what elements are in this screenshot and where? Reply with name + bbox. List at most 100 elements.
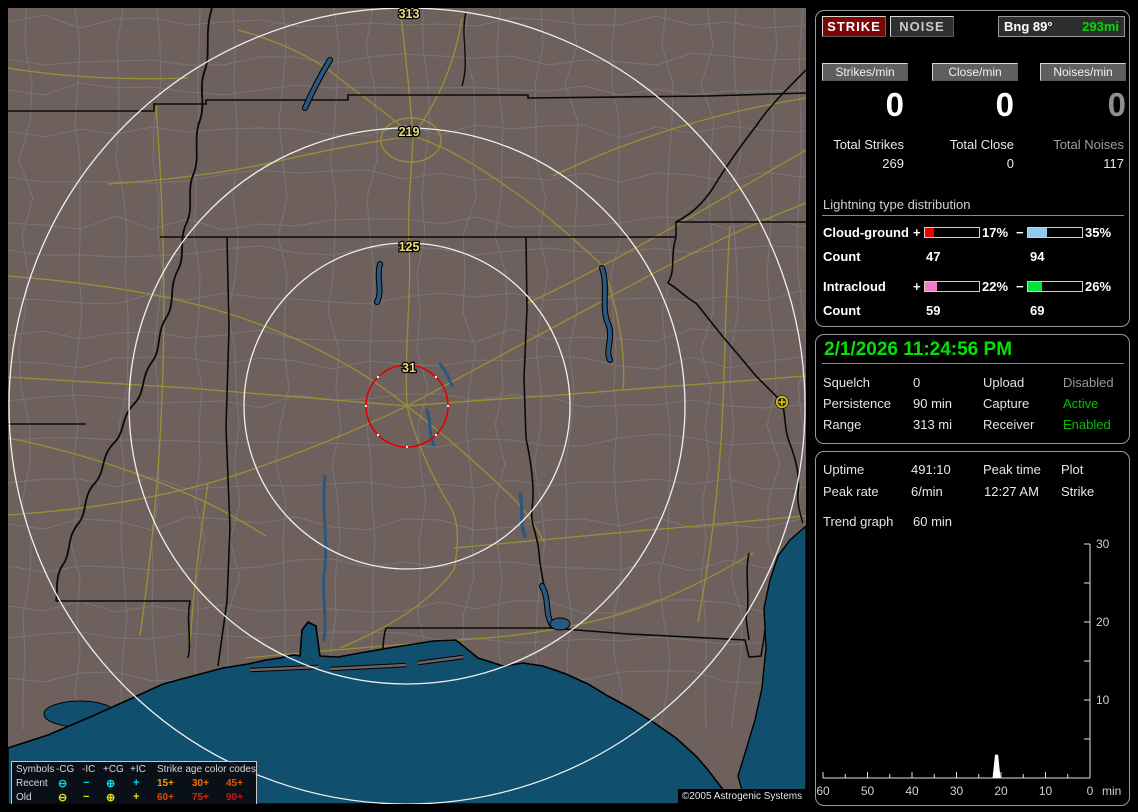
persistence-label: Persistence <box>823 396 891 411</box>
app-window: 313 219 125 31 Symbols -CG -IC +CG +IC S… <box>0 0 1138 812</box>
peak-time-label: Peak time <box>983 462 1041 477</box>
recent-neg-cg-icon: ⊖ <box>58 778 68 790</box>
ic-negative-bar <box>1027 281 1083 292</box>
persistence-value: 90 min <box>913 396 953 411</box>
status-panel: 2/1/2026 11:24:56 PM Squelch 0 Upload Di… <box>815 334 1130 444</box>
age-60: 60+ <box>157 792 174 803</box>
datetime-display: 2/1/2026 11:24:56 PM <box>824 339 1013 360</box>
recent-pos-ic-icon: + <box>133 777 140 789</box>
close-per-min-value: 0 <box>995 86 1014 123</box>
ring-label-31: 31 <box>402 361 416 375</box>
peak-rate-value: 6/min <box>911 484 943 499</box>
cg-positive-pct: 17% <box>982 225 1009 240</box>
capture-label: Capture <box>983 396 1030 411</box>
svg-text:min: min <box>1102 784 1121 798</box>
range-label: Range <box>823 417 862 432</box>
receiver-label: Receiver <box>983 417 1035 432</box>
age-90: 90+ <box>226 792 243 803</box>
distribution-header: Lightning type distribution <box>823 197 971 212</box>
ic-positive-count: 59 <box>926 303 941 318</box>
session-panel: Uptime 491:10 Peak time Plot Peak rate 6… <box>815 451 1130 806</box>
squelch-value: 0 <box>913 375 921 390</box>
age-45: 45+ <box>226 778 243 789</box>
total-close-value: 0 <box>1006 156 1014 171</box>
distribution-rule <box>822 215 1124 216</box>
cloud-ground-label: Cloud-ground <box>823 225 909 240</box>
receiver-status: Enabled <box>1063 417 1111 432</box>
ic-negative-count: 69 <box>1030 303 1045 318</box>
ic-plus-sign: + <box>913 279 921 294</box>
old-neg-ic-icon: − <box>83 791 90 803</box>
svg-text:20: 20 <box>1096 615 1110 629</box>
peak-time-value: 12:27 AM <box>984 484 1039 499</box>
trend-graph-chart: 60 50 40 30 20 10 0 min 30 20 10 <box>816 537 1121 798</box>
age-30: 30+ <box>192 778 209 789</box>
total-noises-value: 117 <box>1103 156 1124 171</box>
noises-per-min-button[interactable]: Noises/min <box>1040 63 1126 81</box>
legend-col-pos-cg: +CG <box>103 764 124 775</box>
strike-symbol-old-pos-cg[interactable] <box>775 395 789 409</box>
map-display[interactable]: 313 219 125 31 Symbols -CG -IC +CG +IC S… <box>8 8 806 804</box>
cg-plus-sign: + <box>913 225 921 240</box>
cg-positive-count: 47 <box>926 249 941 264</box>
recent-neg-ic-icon: − <box>83 777 90 789</box>
legend-col-pos-ic: +IC <box>130 764 146 775</box>
strikes-per-min-button[interactable]: Strikes/min <box>822 63 908 81</box>
legend-symbols-header: Symbols <box>16 764 55 775</box>
ic-count-label: Count <box>823 303 861 318</box>
bearing-readout: Bng 89° 293mi <box>998 16 1125 37</box>
strike-mode-button[interactable]: STRIKE <box>822 16 886 37</box>
trend-graph-label: Trend graph <box>823 514 894 529</box>
total-strikes-value: 269 <box>882 156 904 171</box>
svg-text:20: 20 <box>994 784 1008 798</box>
svg-text:30: 30 <box>1096 537 1110 551</box>
total-strikes-label: Total Strikes <box>833 137 904 152</box>
ic-negative-pct: 26% <box>1085 279 1112 294</box>
copyright-text: ©2005 Astrogenic Systems <box>678 789 806 804</box>
total-noises-label: Total Noises <box>1053 137 1124 152</box>
svg-text:50: 50 <box>861 784 875 798</box>
svg-text:10: 10 <box>1096 693 1110 707</box>
trend-graph-value: 60 min <box>913 514 953 529</box>
svg-text:60: 60 <box>816 784 830 798</box>
range-value: 313 mi <box>913 417 953 432</box>
map-canvas[interactable]: 313 219 125 31 <box>8 8 806 804</box>
old-neg-cg-icon: ⊖ <box>58 792 68 804</box>
noise-mode-button[interactable]: NOISE <box>890 16 954 37</box>
uptime-label: Uptime <box>823 462 865 477</box>
upload-status: Disabled <box>1063 375 1114 390</box>
bearing-range: 293mi <box>1082 19 1119 34</box>
peak-rate-label: Peak rate <box>823 484 879 499</box>
total-close-label: Total Close <box>949 137 1014 152</box>
ic-minus-sign: − <box>1016 279 1024 294</box>
cg-count-label: Count <box>823 249 861 264</box>
age-15: 15+ <box>157 778 174 789</box>
plot-label: Plot <box>1061 462 1084 477</box>
ring-label-125: 125 <box>399 240 420 254</box>
cg-negative-count: 94 <box>1030 249 1045 264</box>
old-pos-cg-icon: ⊕ <box>106 792 116 804</box>
svg-text:40: 40 <box>905 784 919 798</box>
ring-label-219: 219 <box>399 125 420 139</box>
svg-text:30: 30 <box>950 784 964 798</box>
symbol-legend: Symbols -CG -IC +CG +IC Strike age color… <box>11 761 257 804</box>
ic-positive-pct: 22% <box>982 279 1009 294</box>
recent-pos-cg-icon: ⊕ <box>106 778 116 790</box>
cg-negative-pct: 35% <box>1085 225 1112 240</box>
svg-text:10: 10 <box>1039 784 1053 798</box>
capture-status: Active <box>1063 396 1099 411</box>
datetime-rule <box>822 363 1124 364</box>
squelch-label: Squelch <box>823 375 870 390</box>
close-per-min-button[interactable]: Close/min <box>932 63 1018 81</box>
legend-col-neg-cg: -CG <box>56 764 75 775</box>
legend-col-neg-ic: -IC <box>82 764 96 775</box>
legend-age-header: Strike age color codes <box>157 764 256 775</box>
ring-label-313: 313 <box>399 8 420 21</box>
uptime-value: 491:10 <box>911 462 951 477</box>
intracloud-label: Intracloud <box>823 279 886 294</box>
upload-label: Upload <box>983 375 1025 390</box>
cg-negative-bar <box>1027 227 1083 238</box>
cg-positive-bar <box>924 227 980 238</box>
ic-positive-bar <box>924 281 980 292</box>
old-pos-ic-icon: + <box>133 791 140 803</box>
